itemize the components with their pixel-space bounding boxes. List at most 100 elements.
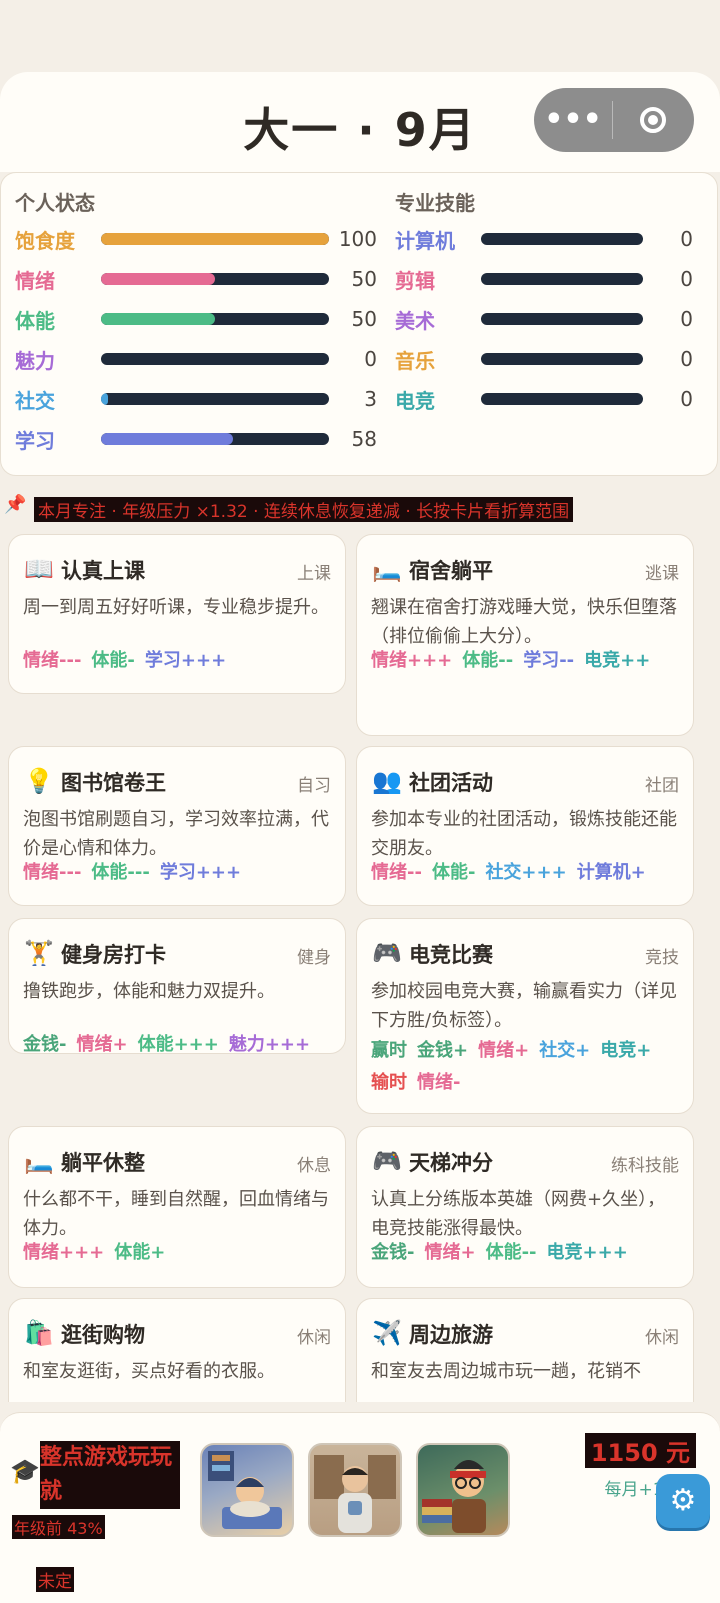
personal-status-heading: 个人状态 — [15, 191, 95, 215]
activity-card[interactable]: 🏋️ 健身房打卡 健身 撸铁跑步，体能和魅力双提升。 金钱- 情绪+ 体能+++ 魅力+++ — [8, 918, 346, 1055]
effect-chip: 情绪+++ — [23, 1242, 105, 1263]
avatar-3[interactable] — [416, 1443, 510, 1537]
money-amount: 1150 元 — [584, 1433, 696, 1468]
win-label: 赢时 — [371, 1040, 407, 1061]
skill-stat-row: 计算机 0 — [395, 221, 693, 257]
effect-chip: 体能- — [431, 862, 476, 883]
avatar-2[interactable] — [308, 1443, 402, 1537]
stat-bar-fill — [101, 393, 108, 405]
bottom-status-bar: 🎓 整点游戏玩玩就 年级前 43% 未定 1150 元 每月+1150 — [0, 1412, 720, 1603]
card-description: 和室友逛街，买点好看的衣服。 — [23, 1361, 275, 1382]
card-icon: ✈️ — [372, 1319, 402, 1347]
skill-value: 0 — [680, 347, 693, 371]
status-text: 未定 — [36, 1567, 74, 1592]
skill-value: 0 — [680, 307, 693, 331]
effect-chip: 学习+++ — [159, 862, 242, 883]
card-icon: 💡 — [24, 767, 54, 795]
stat-label: 学习 — [15, 428, 55, 453]
personal-stat-row: 学习 58 — [15, 421, 377, 457]
effect-chip: 情绪- — [417, 1072, 461, 1093]
effect-chip: 情绪--- — [23, 650, 82, 671]
card-tag: 健身 — [297, 948, 331, 968]
card-tag: 竞技 — [645, 948, 679, 968]
card-title: 健身房打卡 — [61, 943, 166, 967]
more-dots-icon[interactable]: ••• — [534, 88, 612, 152]
activity-card[interactable]: 🛍️ 逛街购物 休闲 和室友逛街，买点好看的衣服。 — [8, 1298, 346, 1402]
stat-bar-fill — [101, 313, 215, 325]
effect-chip: 情绪+ — [424, 1242, 476, 1263]
card-tag: 逃课 — [645, 564, 679, 584]
card-title: 认真上课 — [61, 559, 145, 583]
skill-label: 音乐 — [395, 348, 435, 373]
stat-bar — [101, 433, 329, 445]
notice-bar: 📌 本月专注 · 年级压力 ×1.32 · 连续休息恢复递减 · 长按卡片看折算… — [0, 494, 720, 524]
activity-card[interactable]: 🎮 电竞比赛 竞技 参加校园电竞大赛，输赢看实力（详见下方胜/负标签）。 赢时 金钱+ 情绪… — [356, 918, 694, 1114]
activity-card[interactable]: 🛏️ 宿舍躺平 逃课 翘课在宿舍打游戏睡大觉，快乐但堕落（排位偷偷上大分）。 情绪+++… — [356, 534, 694, 736]
stat-bar — [101, 353, 329, 365]
personal-stat-row: 情绪 50 — [15, 261, 377, 297]
activity-card[interactable]: 👥 社团活动 社团 参加本专业的社团活动，锻炼技能还能交朋友。 情绪-- 体能- 社交+++… — [356, 746, 694, 906]
activity-card-grid: 📖 认真上课 上课 周一到周五好好听课，专业稳步提升。 情绪--- 体能- 学习+++ 🛏️ 宿… — [0, 534, 720, 1402]
pin-icon: 📌 — [4, 494, 27, 515]
card-effects: 情绪+++ 体能-- 学习-- 电竞++ — [371, 641, 683, 681]
card-effects: 情绪-- 体能- 社交+++ 计算机+ — [371, 853, 683, 893]
player-title: 整点游戏玩玩就 — [40, 1441, 180, 1509]
effect-chip: 金钱- — [371, 1242, 415, 1263]
skills-heading: 专业技能 — [395, 191, 475, 215]
card-icon: 🎮 — [372, 939, 402, 967]
stat-label: 魅力 — [15, 348, 55, 373]
activity-card[interactable]: 🛏️ 躺平休整 休息 什么都不干，睡到自然醒，回血情绪与体力。 情绪+++ 体能+ — [8, 1126, 346, 1288]
stats-panel: 个人状态 专业技能 饱食度 100 情绪 50 体能 50 魅力 0 社交 3 学习 58 计算机 0 剪… — [0, 172, 718, 476]
skill-label: 计算机 — [395, 228, 455, 253]
activity-card[interactable]: 📖 认真上课 上课 周一到周五好好听课，专业稳步提升。 情绪--- 体能- 学习+++ — [8, 534, 346, 694]
card-effects-lose: 输时 情绪- — [371, 1063, 683, 1103]
avatar-1[interactable] — [200, 1443, 294, 1537]
card-icon: 📖 — [24, 555, 54, 583]
card-title: 图书馆卷王 — [61, 771, 166, 795]
effect-chip: 情绪+ — [478, 1040, 530, 1061]
avatar-2-art — [314, 1455, 396, 1533]
stat-bar — [101, 313, 329, 325]
effect-chip: 金钱- — [23, 1034, 67, 1055]
skill-value: 0 — [680, 387, 693, 411]
card-title: 天梯冲分 — [409, 1151, 493, 1175]
grade-rank: 年级前 43% — [12, 1515, 105, 1539]
skill-bar — [481, 393, 643, 405]
card-tag: 休闲 — [645, 1328, 679, 1348]
target-icon[interactable] — [613, 107, 693, 133]
stat-value: 50 — [351, 267, 377, 291]
avatar-3-art — [422, 1460, 486, 1533]
card-tag: 自习 — [297, 776, 331, 796]
effect-chip: 金钱+ — [417, 1040, 469, 1061]
effect-chip: 社交+++ — [485, 862, 567, 883]
card-effects: 金钱- 情绪+ 体能-- 电竞+++ — [371, 1233, 683, 1273]
card-tag: 休闲 — [297, 1328, 331, 1348]
skill-stat-row: 电竞 0 — [395, 381, 693, 417]
card-effects: 情绪+++ 体能+ — [23, 1233, 335, 1273]
stat-bar-fill — [101, 233, 329, 245]
stat-bar — [101, 273, 329, 285]
effect-chip: 情绪+++ — [371, 650, 453, 671]
skill-stat-row: 剪辑 0 — [395, 261, 693, 297]
stat-bar — [101, 393, 329, 405]
stat-bar-fill — [101, 433, 234, 445]
card-icon: 👥 — [372, 767, 402, 795]
card-icon: 🛏️ — [24, 1147, 54, 1175]
card-description: 撸铁跑步，体能和魅力双提升。 — [23, 981, 275, 1002]
card-effects: 情绪--- 体能- 学习+++ — [23, 641, 335, 681]
stat-value: 0 — [364, 347, 377, 371]
avatar-1-art — [208, 1451, 282, 1529]
skill-label: 剪辑 — [395, 268, 435, 293]
card-effects: 金钱- 情绪+ 体能+++ 魅力+++ — [23, 1025, 335, 1065]
activity-card[interactable]: ✈️ 周边旅游 休闲 和室友去周边城市玩一趟，花销不 — [356, 1298, 694, 1402]
activity-card[interactable]: 💡 图书馆卷王 自习 泡图书馆刷题自习，学习效率拉满，代价是心情和体力。 情绪--- 体能… — [8, 746, 346, 906]
skill-bar — [481, 353, 643, 365]
effect-chip: 体能+++ — [137, 1034, 219, 1055]
personal-stat-row: 社交 3 — [15, 381, 377, 417]
card-icon: 🏋️ — [24, 939, 54, 967]
card-description: 周一到周五好好听课，专业稳步提升。 — [23, 597, 329, 618]
skill-bar — [481, 313, 643, 325]
activity-card[interactable]: 🎮 天梯冲分 练科技能 认真上分练版本英雄（网费+久坐），电竞技能涨得最快。 金钱- 情绪… — [356, 1126, 694, 1288]
gear-icon[interactable]: ⚙ — [656, 1474, 710, 1528]
stat-value: 50 — [351, 307, 377, 331]
